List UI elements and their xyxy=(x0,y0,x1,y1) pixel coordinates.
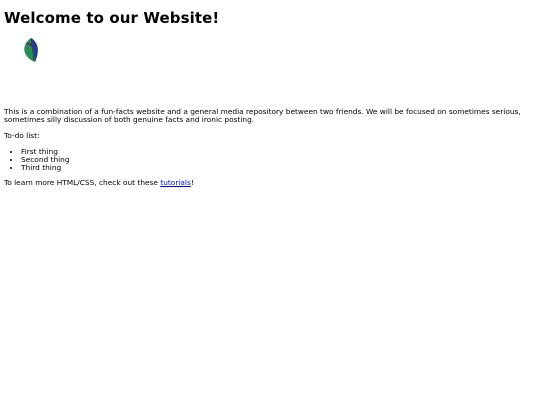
leaf-icon xyxy=(24,38,38,62)
page-content: Welcome to our Website! This is a combin… xyxy=(0,9,540,187)
todo-label: To-do list: xyxy=(4,131,40,140)
list-item: First thing xyxy=(21,148,536,156)
todo-list: First thing Second thing Third thing xyxy=(4,148,536,172)
tutorials-link[interactable]: tutorials xyxy=(160,178,191,187)
learn-more-prefix: To learn more HTML/CSS, check out these xyxy=(4,178,161,187)
learn-more-suffix: ! xyxy=(190,178,194,187)
learn-more-paragraph: To learn more HTML/CSS, check out these … xyxy=(4,179,536,187)
list-item: Second thing xyxy=(21,156,536,164)
intro-paragraph: This is a combination of a fun-facts web… xyxy=(4,107,521,124)
page-title: Welcome to our Website! xyxy=(4,9,220,27)
logo-area xyxy=(4,35,536,85)
list-item: Third thing xyxy=(21,164,536,172)
